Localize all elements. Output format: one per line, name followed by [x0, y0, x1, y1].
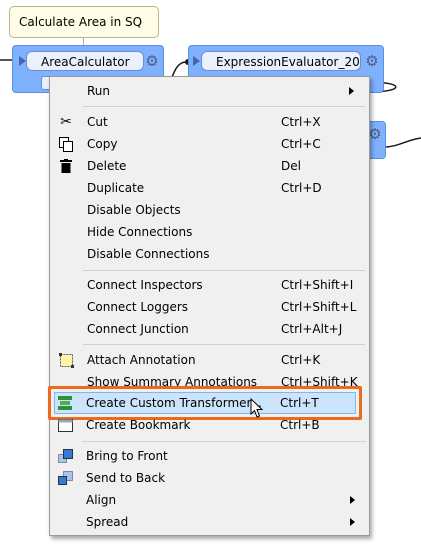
- menu-item-spread[interactable]: Spread: [49, 511, 370, 533]
- menu-item-label: Duplicate: [87, 181, 145, 195]
- send-to-back-icon: [57, 470, 73, 486]
- menu-item-create-custom-transformer[interactable]: Create Custom Transformer... Ctrl+T: [49, 392, 370, 414]
- submenu-arrow-icon: [350, 496, 355, 504]
- menu-item-shortcut: Ctrl+Alt+J: [281, 322, 343, 336]
- input-port-icon[interactable]: [193, 56, 200, 66]
- gear-icon[interactable]: ⚙: [364, 53, 380, 69]
- menu-item-shortcut: Ctrl+T: [280, 396, 319, 410]
- submenu-arrow-icon: [349, 87, 354, 95]
- trash-icon: [58, 158, 74, 174]
- menu-item-disable-connections[interactable]: Disable Connections: [50, 243, 369, 265]
- menu-item-copy[interactable]: Copy Ctrl+C: [50, 133, 369, 155]
- menu-item-cut[interactable]: ✂ Cut Ctrl+X: [50, 111, 369, 133]
- menu-item-shortcut: Ctrl+Shift+L: [281, 300, 357, 314]
- gear-icon[interactable]: ⚙: [144, 53, 160, 69]
- menu-item-disable-objects[interactable]: Disable Objects: [50, 199, 369, 221]
- menu-item-label: Connect Inspectors: [87, 278, 203, 292]
- menu-item-label: Copy: [87, 137, 118, 151]
- menu-item-duplicate[interactable]: Duplicate Ctrl+D: [50, 177, 369, 199]
- menu-item-shortcut: Ctrl+K: [281, 353, 321, 367]
- copy-icon: [58, 136, 74, 152]
- menu-item-label: Create Custom Transformer...: [86, 396, 262, 410]
- menu-item-label: Bring to Front: [86, 449, 168, 463]
- bookmark-icon: [57, 417, 73, 433]
- menu-item-create-bookmark[interactable]: Create Bookmark Ctrl+B: [49, 414, 370, 436]
- menu-item-shortcut: Ctrl+B: [280, 418, 320, 432]
- menu-item-label: Disable Connections: [87, 247, 210, 261]
- bring-to-front-icon: [57, 448, 73, 464]
- scissors-icon: ✂: [60, 114, 72, 130]
- menu-item-delete[interactable]: Delete Del: [50, 155, 369, 177]
- input-port-icon[interactable]: [19, 56, 26, 66]
- menu-item-bring-to-front[interactable]: Bring to Front: [49, 445, 370, 467]
- menu-item-attach-annotation[interactable]: Attach Annotation Ctrl+K: [50, 349, 369, 371]
- menu-item-shortcut: Ctrl+X: [281, 115, 321, 129]
- transformer-title: AreaCalculator: [26, 51, 144, 71]
- menu-item-label: Attach Annotation: [87, 353, 196, 367]
- menu-item-label: Align: [86, 493, 117, 507]
- annotation-note[interactable]: Calculate Area in SQ KM: [9, 6, 159, 59]
- menu-item-send-to-back[interactable]: Send to Back: [49, 467, 370, 489]
- menu-item-align[interactable]: Align: [49, 489, 370, 511]
- menu-item-label: Hide Connections: [87, 225, 193, 239]
- menu-item-label: Disable Objects: [87, 203, 181, 217]
- menu-item-label: Send to Back: [86, 471, 166, 485]
- menu-item-label: Cut: [87, 115, 108, 129]
- menu-item-label: Connect Loggers: [87, 300, 189, 314]
- mouse-cursor-icon: [250, 397, 264, 422]
- menu-item-run[interactable]: Run: [50, 80, 369, 102]
- menu-item-shortcut: Del: [281, 159, 301, 173]
- menu-separator: [82, 441, 366, 442]
- menu-item-shortcut: Ctrl+C: [281, 137, 321, 151]
- menu-separator: [83, 344, 365, 345]
- menu-item-label: Delete: [87, 159, 127, 173]
- annotation-icon: [58, 352, 74, 368]
- custom-transformer-icon: [57, 395, 73, 411]
- menu-item-shortcut: Ctrl+Shift+I: [281, 278, 354, 292]
- menu-item-connect-junction[interactable]: Connect Junction Ctrl+Alt+J: [50, 318, 369, 340]
- menu-item-hide-connections[interactable]: Hide Connections: [50, 221, 369, 243]
- menu-item-label: Create Bookmark: [86, 418, 191, 432]
- menu-item-label: Run: [87, 84, 111, 98]
- submenu-arrow-icon: [350, 518, 355, 526]
- menu-item-label: Spread: [86, 515, 129, 529]
- menu-item-connect-inspectors[interactable]: Connect Inspectors Ctrl+Shift+I: [50, 274, 369, 296]
- transformer-title: ExpressionEvaluator_2001: [201, 51, 361, 71]
- menu-item-shortcut: Ctrl+D: [281, 181, 322, 195]
- menu-item-connect-loggers[interactable]: Connect Loggers Ctrl+Shift+L: [50, 296, 369, 318]
- menu-item-label: Connect Junction: [87, 322, 189, 336]
- menu-separator: [83, 270, 365, 271]
- menu-separator: [83, 106, 365, 107]
